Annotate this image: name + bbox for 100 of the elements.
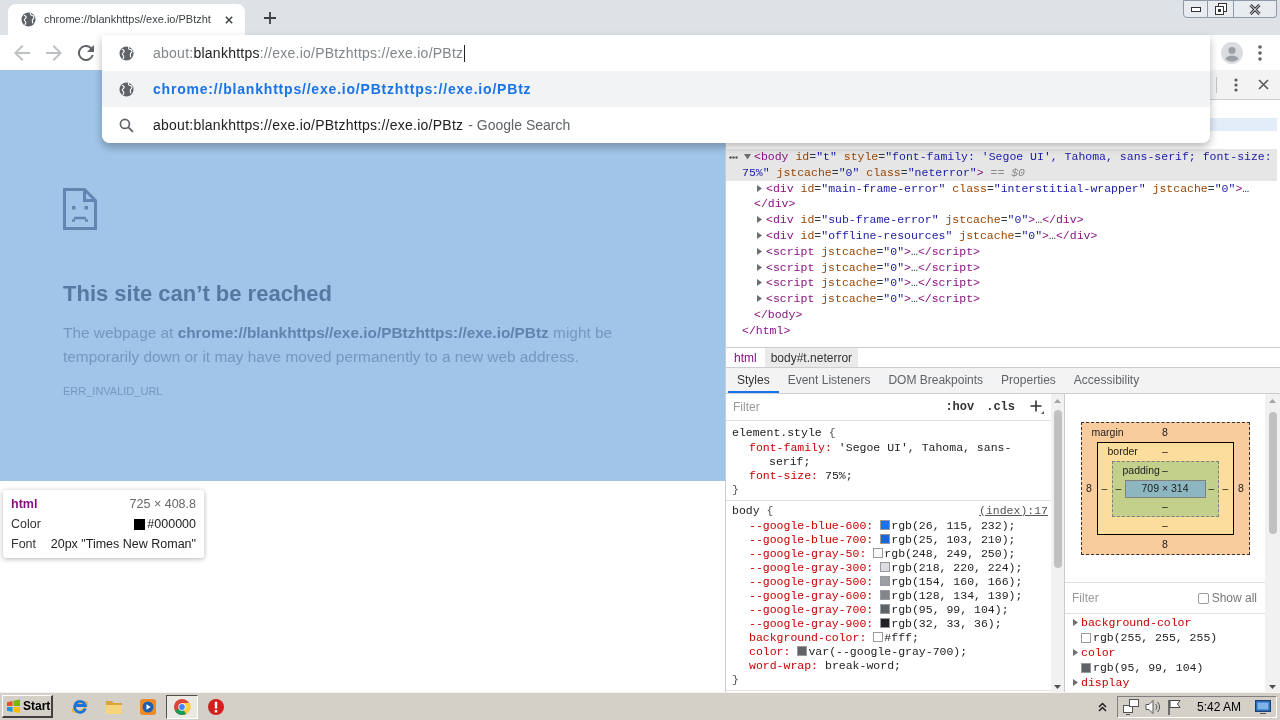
caret-down-icon[interactable] xyxy=(744,153,751,160)
address-field[interactable]: about:blankhttps://exe.io/PBtzhttps://exe.io/PBtz xyxy=(102,35,1210,71)
box-model-value: 8 xyxy=(1162,424,1168,440)
scrollbar-thumb[interactable] xyxy=(1053,410,1062,568)
restore-icon xyxy=(1214,3,1227,15)
minimize-icon xyxy=(1190,6,1201,12)
css-property: --google-gray-50: xyxy=(749,547,867,560)
css-brace: } xyxy=(732,483,739,496)
dom-node-line[interactable]: </html> xyxy=(726,322,1277,339)
tag-name: html xyxy=(11,496,38,513)
css-value: rgb(95, 99, 104); xyxy=(891,603,1009,616)
css-property: --google-gray-600: xyxy=(749,589,874,602)
box-model-value: 8 xyxy=(1162,536,1168,552)
box-model-label: margin xyxy=(1091,424,1124,440)
css-property: background-color: xyxy=(749,631,867,644)
css-property: --google-gray-500: xyxy=(749,575,874,588)
scroll-down-arrow-icon[interactable] xyxy=(1054,685,1061,689)
caret-right-icon[interactable] xyxy=(1072,649,1079,656)
restore-button[interactable] xyxy=(1208,0,1234,18)
caret-right-icon[interactable] xyxy=(756,295,763,303)
computed-property-name: background-color xyxy=(1081,615,1192,630)
scroll-down-arrow-icon[interactable] xyxy=(1269,685,1276,689)
caret-right-icon[interactable] xyxy=(756,232,763,239)
taskbar-app-button[interactable] xyxy=(166,694,198,719)
toggle-button[interactable]: .cls xyxy=(982,397,1019,417)
double-chevron-up-icon xyxy=(1098,701,1108,712)
css-value: rgb(248, 249, 250); xyxy=(884,547,1016,560)
error-heading: This site can’t be reached xyxy=(63,280,332,308)
speaker-icon[interactable] xyxy=(1144,698,1161,715)
dom-node-line[interactable]: </body> xyxy=(726,306,1277,323)
play-icon xyxy=(139,697,157,716)
box-model-value: – xyxy=(1101,481,1108,497)
checkbox-icon[interactable] xyxy=(1197,592,1209,604)
back-arrow-icon xyxy=(14,44,30,61)
css-value: #fff; xyxy=(884,631,919,644)
computed-property-name: color xyxy=(1081,645,1116,660)
panel-tab[interactable]: Accessibility xyxy=(1064,368,1149,393)
box-model-label: padding xyxy=(1122,463,1160,479)
computed-property-value: rgb(95, 99, 104) xyxy=(1093,660,1204,675)
scrollbar-thumb[interactable] xyxy=(1268,412,1277,534)
box-model-label: border xyxy=(1107,444,1138,460)
suggestion-item[interactable]: about:blankhttps://exe.io/PBtzhttps://exe.io/PBtz - Google Search xyxy=(102,107,1210,143)
box-model-value: – xyxy=(1208,481,1215,497)
panel-tab[interactable]: DOM Breakpoints xyxy=(879,368,993,393)
source-link[interactable]: (index):17 xyxy=(979,503,1048,519)
box-model-value: – xyxy=(1115,481,1122,497)
close-icon xyxy=(1249,3,1261,15)
start-button[interactable]: Start xyxy=(2,695,53,718)
caret-right-icon[interactable] xyxy=(1072,619,1079,626)
reload-icon xyxy=(78,44,94,61)
caret-right-icon[interactable] xyxy=(756,184,763,192)
computed-property-name: display xyxy=(1081,675,1130,690)
caret-right-icon[interactable] xyxy=(756,216,763,224)
plus-icon xyxy=(1030,400,1044,414)
horizontal-dots-icon[interactable] xyxy=(729,156,738,159)
caret-right-icon[interactable] xyxy=(756,263,763,271)
css-value: rgb(26, 115, 232); xyxy=(891,519,1016,532)
network-icon[interactable] xyxy=(1122,698,1139,715)
avatar-icon xyxy=(1221,41,1243,64)
close-icon xyxy=(225,15,233,24)
globe-icon xyxy=(119,81,134,97)
css-property: color: xyxy=(749,645,791,658)
content-box-size: 709 × 314 xyxy=(1124,480,1206,498)
alert-icon xyxy=(207,697,225,716)
flag-icon[interactable] xyxy=(1166,698,1181,715)
minimize-button[interactable] xyxy=(1183,0,1208,18)
property-value: #000000 xyxy=(147,516,196,533)
toggle-button[interactable]: :hov xyxy=(941,397,979,417)
breadcrumb-item[interactable]: body#t.neterror xyxy=(764,348,859,367)
globe-icon xyxy=(21,12,36,27)
computed-property-value: rgb(255, 255, 255) xyxy=(1093,630,1218,645)
forward-arrow-icon xyxy=(46,44,62,61)
text-cursor-icon xyxy=(464,44,466,62)
css-declaration: font-size: 75%; xyxy=(748,469,854,483)
css-declaration: word-wrap: break-word; xyxy=(748,659,902,673)
css-value: rgb(128, 134, 139); xyxy=(891,589,1023,602)
browser-tab[interactable]: chrome://blankhttps//exe.io/PBtzht xyxy=(8,4,245,35)
panel-tab[interactable]: Properties xyxy=(992,368,1065,393)
caret-right-icon[interactable] xyxy=(756,247,763,255)
close-icon xyxy=(1257,79,1269,90)
vertical-scrollbar[interactable] xyxy=(1051,394,1064,692)
hovered-row-highlight xyxy=(1210,118,1277,131)
plus-icon xyxy=(264,12,276,24)
box-model-value: – xyxy=(1162,517,1168,533)
panel-tab[interactable]: Event Listeners xyxy=(778,368,880,393)
close-window-button[interactable] xyxy=(1234,0,1277,18)
css-declaration: font-family: 'Segoe UI', Tahoma, sans-serif; xyxy=(748,441,1013,469)
vertical-scrollbar[interactable] xyxy=(1265,394,1280,692)
show-desktop-icon[interactable] xyxy=(1255,699,1271,714)
round-browser-icon xyxy=(173,697,191,716)
element-size: 725 × 408.8 xyxy=(129,496,196,513)
css-property: --google-gray-300: xyxy=(749,561,874,574)
new-rule-button[interactable] xyxy=(1029,399,1045,415)
suggestion-item[interactable]: chrome://blankhttps//exe.io/PBtzhttps://exe.io/PBtz xyxy=(102,71,1210,107)
caret-right-icon[interactable] xyxy=(1072,679,1079,686)
css-value: rgb(25, 103, 210); xyxy=(891,533,1016,546)
css-property: --google-blue-600: xyxy=(749,519,874,532)
caret-right-icon[interactable] xyxy=(756,279,763,287)
clock: 5:42 AM xyxy=(1196,698,1241,716)
property-label: Color xyxy=(11,516,41,533)
